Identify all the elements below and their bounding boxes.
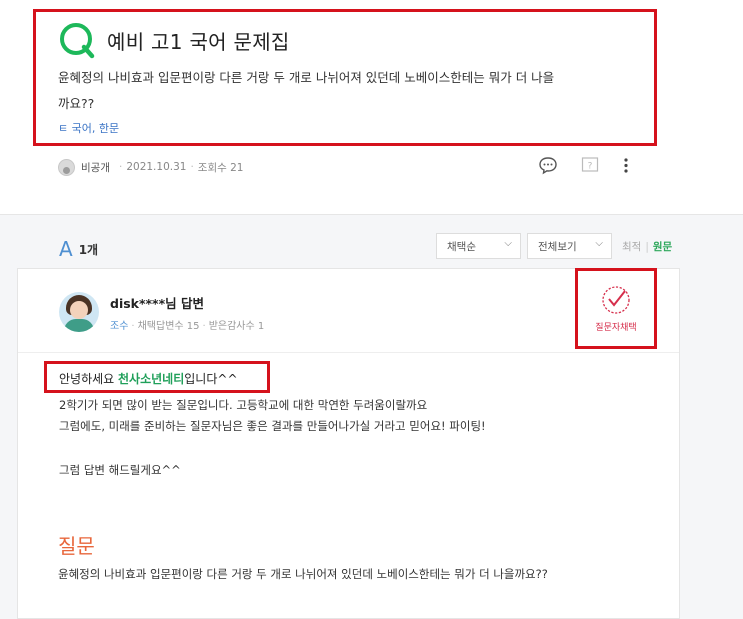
question-meta: 비공개 · 2021.10.31 · 조회수 21 <box>58 157 243 177</box>
question-author: 비공개 <box>81 161 110 174</box>
question-body-line1: 윤혜정의 나비효과 입문편이랑 다른 거랑 두 개로 나뉘어져 있던데 노베이스… <box>58 70 555 85</box>
question-title: 예비 고1 국어 문제집 <box>107 30 290 54</box>
chevron-down-icon: ⌵ <box>504 238 512 249</box>
answer-a-icon: A <box>59 237 73 261</box>
filter-select[interactable]: 전체보기 ⌵ <box>527 233 612 259</box>
question-actions: ? <box>538 155 630 175</box>
question-tags[interactable]: ㅌ 국어, 한문 <box>58 120 119 136</box>
more-options-icon[interactable] <box>622 155 630 175</box>
adopted-check-icon <box>602 286 630 314</box>
answerer-adopted-count: 채택답변수 15 <box>137 321 200 332</box>
chevron-down-icon: ⌵ <box>595 238 603 249</box>
answerer-meta: 조수 · 채택답변수 15 · 받은감사수 1 <box>110 321 265 332</box>
answer-line-1: 2학기가 되면 많이 받는 질문입니다. 고등학교에 대한 막연한 두려움이랄까… <box>59 398 428 412</box>
answer-count: A 1개 <box>59 237 98 261</box>
answerer-thanks-count: 받은감사수 1 <box>208 321 265 332</box>
sort-select[interactable]: 채택순 ⌵ <box>436 233 521 259</box>
view-toggle: 최적 | 원문 <box>622 241 673 253</box>
report-icon[interactable]: ? <box>580 155 600 175</box>
answer-greeting: 안녕하세요 천사소년네티입니다^^ <box>59 372 238 386</box>
question-views: 조회수 21 <box>197 161 244 174</box>
svg-text:?: ? <box>588 162 593 172</box>
toggle-latest[interactable]: 최적 <box>622 241 641 253</box>
quoted-question-text: 윤혜정의 나비효과 입문편이랑 다른 거랑 두 개로 나뉘어져 있던데 노베이스… <box>58 567 548 581</box>
answer-count-label: 1개 <box>78 242 99 257</box>
answer-divider <box>18 352 679 353</box>
quoted-question-heading: 질문 <box>58 534 95 558</box>
answer-line-3: 그럼 답변 해드릴게요^^ <box>59 463 181 477</box>
toggle-original[interactable]: 원문 <box>653 241 672 253</box>
answerer-avatar[interactable] <box>59 292 99 332</box>
answerer-grade: 조수 <box>110 321 129 332</box>
question-body-line2: 까요?? <box>58 96 95 111</box>
anonymous-avatar-icon <box>58 158 75 176</box>
answerer-name[interactable]: disk****님 답변 <box>110 293 204 312</box>
question-date: 2021.10.31 <box>126 161 187 173</box>
answer-line-2: 그럼에도, 미래를 준비하는 질문자님은 좋은 결과를 만들어나가실 거라고 믿… <box>59 419 486 433</box>
adopted-label: 질문자채택 <box>595 323 637 333</box>
question-body: 윤혜정의 나비효과 입문편이랑 다른 거랑 두 개로 나뉘어져 있던데 노베이스… <box>58 65 648 117</box>
question-q-icon <box>60 23 95 59</box>
answerer-nickname: 천사소년네티 <box>118 372 185 386</box>
comment-icon[interactable] <box>538 155 558 175</box>
